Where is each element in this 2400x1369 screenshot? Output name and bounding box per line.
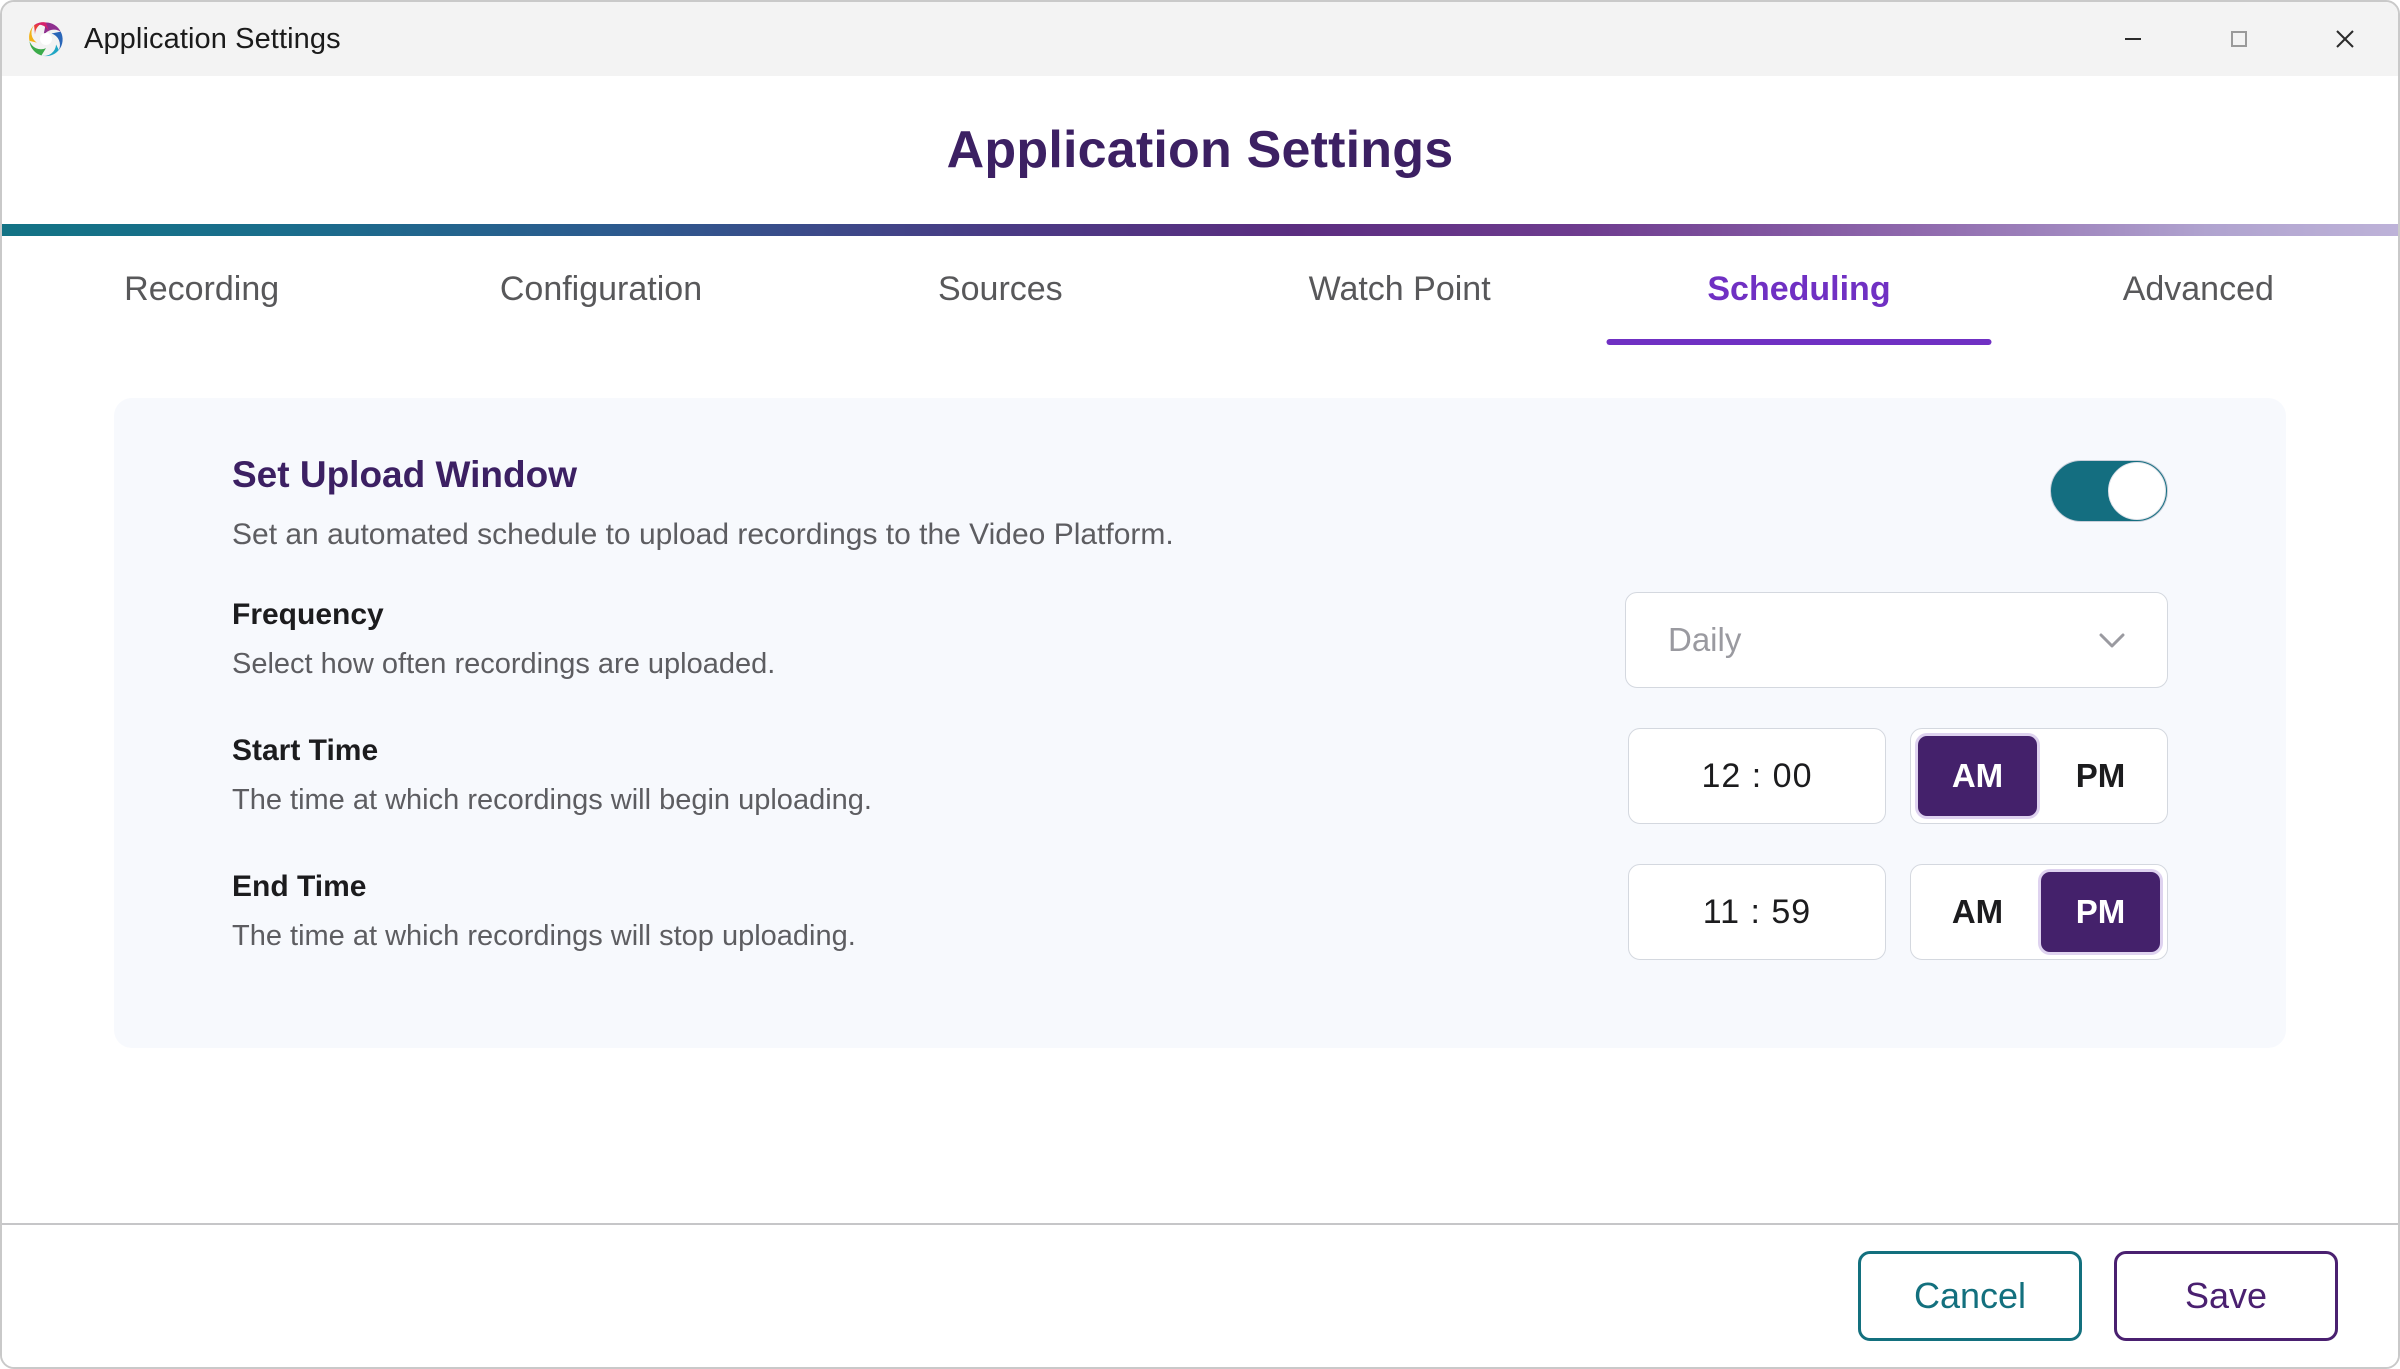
tab-recording[interactable]: Recording	[2, 266, 401, 345]
row-frequency-text: Frequency Select how often recordings ar…	[232, 592, 775, 681]
frequency-select[interactable]: Daily	[1625, 592, 2168, 688]
start-time-pm-button[interactable]: PM	[2041, 736, 2160, 816]
tab-sources[interactable]: Sources	[801, 266, 1200, 345]
application-settings-window: Application Settings Application Setting…	[0, 0, 2400, 1369]
row-start-time-text: Start Time The time at which recordings …	[232, 728, 872, 817]
titlebar-title: Application Settings	[84, 22, 341, 55]
tab-scheduling[interactable]: Scheduling	[1599, 266, 1998, 345]
start-time-input[interactable]: 12 : 00	[1628, 728, 1886, 824]
toggle-knob	[2108, 462, 2166, 520]
tab-advanced-label: Advanced	[2122, 270, 2274, 308]
row-start-time-label: Start Time	[232, 734, 379, 767]
start-time-value: 12 : 00	[1701, 756, 1813, 795]
tab-watch-point-label: Watch Point	[1308, 270, 1491, 308]
row-frequency-description: Select how often recordings are uploaded…	[232, 648, 776, 680]
card-header: Set Upload Window Set an automated sched…	[232, 450, 2168, 552]
start-time-meridiem-group: AM PM	[1910, 728, 2168, 824]
row-frequency-label: Frequency	[232, 598, 384, 631]
start-time-am-button[interactable]: AM	[1918, 736, 2037, 816]
tab-bar: Recording Configuration Sources Watch Po…	[2, 236, 2398, 378]
end-time-input[interactable]: 11 : 59	[1628, 864, 1886, 960]
settings-rows: Frequency Select how often recordings ar…	[232, 592, 2168, 1000]
tab-recording-label: Recording	[124, 270, 280, 308]
titlebar: Application Settings	[2, 2, 2398, 76]
maximize-button[interactable]	[2186, 2, 2292, 76]
row-end-time-description: The time at which recordings will stop u…	[232, 920, 856, 952]
footer-actions: Cancel Save	[2, 1225, 2398, 1367]
close-button[interactable]	[2292, 2, 2398, 76]
row-end-time-text: End Time The time at which recordings wi…	[232, 864, 856, 953]
end-time-meridiem-group: AM PM	[1910, 864, 2168, 960]
row-frequency-control: Daily	[1625, 592, 2168, 688]
window-controls	[2080, 2, 2398, 76]
tab-panel-scheduling: Set Upload Window Set an automated sched…	[2, 378, 2398, 1223]
cancel-button[interactable]: Cancel	[1858, 1251, 2082, 1341]
chevron-down-icon	[2091, 619, 2133, 661]
set-upload-window-card: Set Upload Window Set an automated sched…	[114, 398, 2286, 1048]
end-time-pm-button[interactable]: PM	[2041, 872, 2160, 952]
tab-configuration-label: Configuration	[499, 270, 703, 308]
tab-watch-point[interactable]: Watch Point	[1200, 266, 1599, 345]
page-header: Application Settings	[2, 76, 2398, 224]
set-upload-window-toggle[interactable]	[2050, 460, 2168, 522]
swirl-logo-icon	[24, 17, 68, 61]
tab-sources-label: Sources	[937, 270, 1063, 308]
accent-gradient-bar	[2, 224, 2398, 236]
row-start-time-control: 12 : 00 AM PM	[1628, 728, 2168, 824]
card-header-text: Set Upload Window Set an automated sched…	[232, 450, 1174, 552]
card-title: Set Upload Window	[232, 454, 577, 495]
tab-scheduling-label: Scheduling	[1707, 270, 1891, 308]
page-title: Application Settings	[946, 121, 1454, 179]
end-time-value: 11 : 59	[1702, 892, 1812, 931]
minimize-button[interactable]	[2080, 2, 2186, 76]
save-button[interactable]: Save	[2114, 1251, 2338, 1341]
row-start-time-description: The time at which recordings will begin …	[232, 784, 872, 816]
row-frequency: Frequency Select how often recordings ar…	[232, 592, 2168, 728]
tab-advanced[interactable]: Advanced	[1999, 266, 2398, 345]
row-start-time: Start Time The time at which recordings …	[232, 728, 2168, 864]
card-description: Set an automated schedule to upload reco…	[232, 518, 1174, 551]
row-end-time-control: 11 : 59 AM PM	[1628, 864, 2168, 960]
row-end-time: End Time The time at which recordings wi…	[232, 864, 2168, 1000]
tab-scheduling-underline	[1606, 339, 1992, 345]
row-end-time-label: End Time	[232, 870, 367, 903]
titlebar-left-group: Application Settings	[2, 17, 341, 61]
frequency-select-value: Daily	[1668, 621, 1742, 658]
end-time-am-button[interactable]: AM	[1918, 872, 2037, 952]
tab-configuration[interactable]: Configuration	[401, 266, 800, 345]
